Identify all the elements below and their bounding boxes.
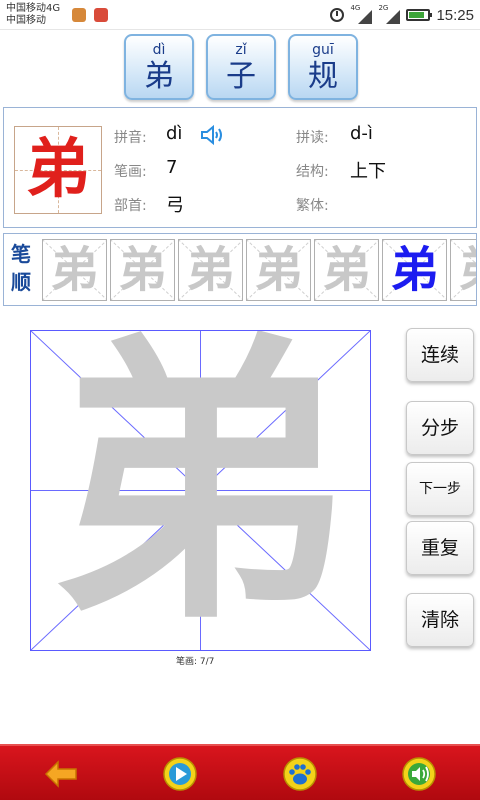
stroke-order-char: 弟	[50, 242, 99, 298]
practice-character: 弟	[50, 330, 351, 651]
reading-label: 拼读:	[296, 130, 329, 146]
alarm-clock-icon	[330, 8, 345, 22]
radical-label: 部首:	[114, 198, 147, 214]
speaker-icon[interactable]	[200, 124, 226, 146]
word-hanzi: 弟	[144, 59, 174, 94]
word-pinyin: dì	[152, 42, 166, 58]
sound-icon[interactable]	[400, 756, 438, 792]
carrier-secondary: 中国移动	[6, 15, 46, 26]
status-bar: 中国移动4G 中国移动 4G 2G 15:25	[0, 0, 480, 30]
stroke-order-cell[interactable]: 弟	[178, 239, 243, 301]
stroke-order-char: 弟	[254, 242, 303, 298]
structure-label: 结构:	[296, 164, 329, 180]
back-arrow-icon[interactable]	[42, 756, 80, 792]
strokes-label: 笔画:	[114, 164, 147, 180]
radical-value: 弓	[166, 195, 184, 216]
signal-2g-icon: 2G	[378, 4, 401, 24]
stroke-order-label: 笔 顺	[11, 242, 31, 294]
word-hanzi: 子	[226, 59, 256, 94]
notification-search-icon	[94, 8, 108, 22]
continuous-button[interactable]: 连续	[406, 328, 474, 382]
word-button-gui[interactable]: guī 规	[288, 34, 358, 100]
repeat-button[interactable]: 重复	[406, 521, 474, 575]
character-info-panel: 弟 拼音: dì 拼读: d-ì 笔画: 7 结构: 上下 部首: 弓 繁体:	[3, 107, 477, 228]
notification-app-icon	[72, 8, 86, 22]
word-pinyin: guī	[312, 42, 334, 58]
word-buttons: dì 弟 zǐ 子 guī 规	[124, 34, 358, 100]
pinyin-label: 拼音:	[114, 130, 147, 146]
word-pinyin: zǐ	[235, 42, 247, 58]
stroke-order-cell[interactable]: 弟	[450, 239, 476, 301]
carrier-primary: 中国移动4G	[6, 3, 61, 14]
next-step-button[interactable]: 下一步	[406, 462, 474, 516]
pinyin-value: dì	[166, 123, 183, 144]
paw-icon[interactable]	[281, 756, 319, 792]
traditional-label: 繁体:	[296, 198, 329, 214]
stroke-order-cell[interactable]: 弟	[246, 239, 311, 301]
status-time: 15:25	[436, 6, 474, 24]
structure-value: 上下	[350, 161, 386, 182]
battery-icon	[406, 9, 433, 21]
stroke-order-char: 弟	[451, 240, 476, 300]
reading-value: d-ì	[350, 123, 373, 144]
clear-button[interactable]: 清除	[406, 593, 474, 647]
stroke-order-char: 弟	[390, 242, 439, 298]
stroke-order-cell[interactable]: 弟	[382, 239, 447, 301]
status-icons: 4G 2G 15:25	[330, 0, 474, 30]
character-card: 弟	[14, 126, 102, 214]
stroke-order-char: 弟	[322, 242, 371, 298]
stroke-order-cell[interactable]: 弟	[110, 239, 175, 301]
strokes-value: 7	[166, 157, 178, 178]
stroke-order-cells: 弟弟弟弟弟弟弟	[42, 239, 476, 301]
bottom-toolbar	[0, 744, 480, 800]
play-icon[interactable]	[161, 756, 199, 792]
writing-pad[interactable]: 弟	[30, 330, 371, 651]
stroke-order-char: 弟	[118, 242, 167, 298]
stroke-order-cell[interactable]: 弟	[42, 239, 107, 301]
character-display: 弟	[26, 132, 90, 207]
word-hanzi: 规	[308, 59, 338, 94]
word-button-zi[interactable]: zǐ 子	[206, 34, 276, 100]
signal-4g-icon: 4G	[350, 4, 373, 24]
stroke-order-cell[interactable]: 弟	[314, 239, 379, 301]
step-button[interactable]: 分步	[406, 401, 474, 455]
stroke-count: 笔画: 7/7	[176, 657, 215, 667]
stroke-order-strip[interactable]: 笔 顺 弟弟弟弟弟弟弟	[3, 233, 477, 306]
stroke-order-char: 弟	[186, 242, 235, 298]
word-button-di[interactable]: dì 弟	[124, 34, 194, 100]
